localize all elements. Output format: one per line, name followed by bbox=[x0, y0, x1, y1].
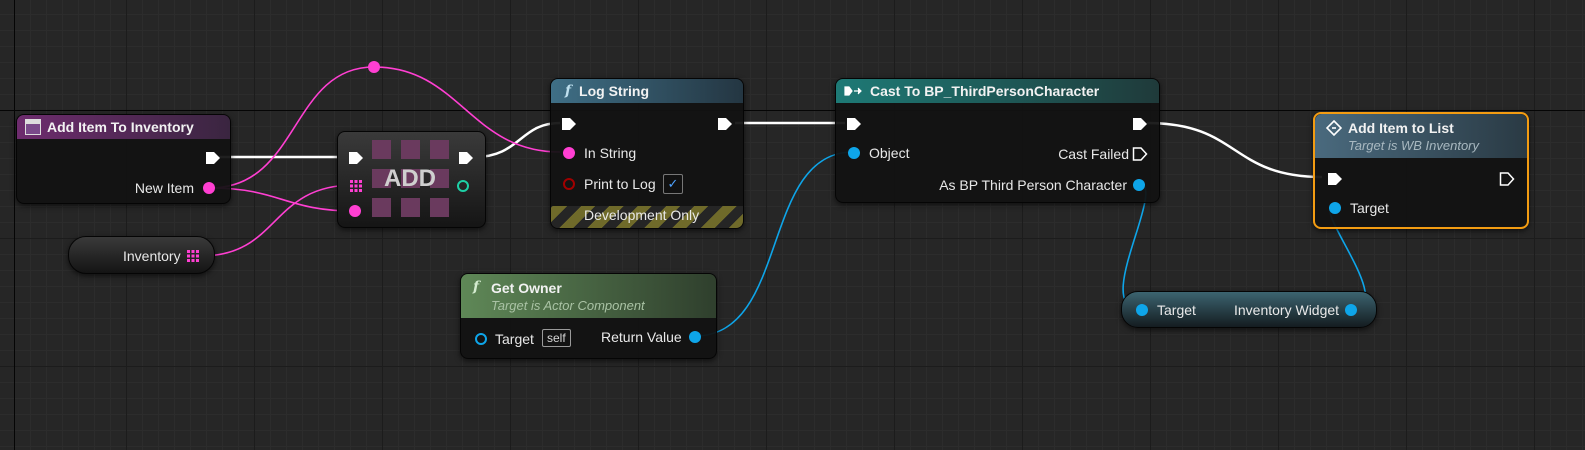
add-index-output-pin[interactable] bbox=[457, 180, 469, 192]
add-new-item-pin[interactable] bbox=[349, 205, 361, 217]
as-bp-third-person-pin[interactable] bbox=[1133, 179, 1145, 191]
self-default-value[interactable]: self bbox=[542, 329, 571, 347]
inventory-widget-output-label: Inventory Widget bbox=[1234, 302, 1340, 318]
cast-header: Cast To BP_ThirdPersonCharacter bbox=[836, 79, 1159, 103]
in-string-label: In String bbox=[584, 145, 637, 161]
inventory-widget-target-pin[interactable] bbox=[1136, 304, 1148, 316]
addlist-exec-in-pin[interactable] bbox=[1327, 171, 1343, 187]
reroute-node bbox=[368, 61, 380, 73]
add-item-to-list-title: Add Item to List bbox=[1348, 119, 1454, 136]
event-header: Add Item To Inventory bbox=[17, 115, 230, 139]
log-exec-in-pin[interactable] bbox=[561, 116, 577, 132]
new-item-pin[interactable] bbox=[203, 182, 215, 194]
node-get-owner[interactable]: f Get Owner Target is Actor Component Ta… bbox=[460, 273, 717, 359]
log-string-header: f Log String bbox=[551, 79, 743, 103]
get-owner-header: f Get Owner Target is Actor Component bbox=[461, 274, 716, 318]
get-owner-target-pin[interactable] bbox=[475, 333, 487, 345]
addlist-target-label: Target bbox=[1350, 200, 1389, 216]
development-only-label: Development Only bbox=[584, 207, 700, 223]
node-get-inventory-widget[interactable]: Target Inventory Widget bbox=[1121, 291, 1377, 328]
return-value-label: Return Value bbox=[601, 329, 682, 345]
struct-wire-newitem-to-add bbox=[209, 187, 355, 212]
return-value-pin[interactable] bbox=[689, 331, 701, 343]
cast-object-pin[interactable] bbox=[848, 147, 860, 159]
print-to-log-checkbox[interactable]: ✓ bbox=[663, 174, 683, 194]
node-cast-to-bp-third-person-character[interactable]: Cast To BP_ThirdPersonCharacter Object C… bbox=[835, 78, 1160, 203]
node-add-item-to-list[interactable]: Add Item to List Target is WB Inventory … bbox=[1313, 112, 1529, 229]
cast-exec-in-pin[interactable] bbox=[846, 116, 862, 132]
node-inventory-variable[interactable]: Inventory bbox=[68, 236, 215, 274]
event-icon bbox=[25, 119, 41, 135]
addlist-exec-out-pin[interactable] bbox=[1499, 171, 1515, 187]
print-to-log-label: Print to Log bbox=[584, 176, 656, 192]
blueprint-graph-canvas[interactable]: Add Item To Inventory New Item Inventory… bbox=[0, 0, 1585, 450]
in-string-pin[interactable] bbox=[563, 147, 575, 159]
cast-object-label: Object bbox=[869, 145, 910, 161]
node-log-string[interactable]: f Log String In String Print to Log ✓ De… bbox=[550, 78, 744, 229]
add-target-array-pin[interactable] bbox=[349, 179, 363, 193]
cast-failed-exec-pin[interactable] bbox=[1132, 146, 1148, 162]
as-bp-third-person-label: As BP Third Person Character bbox=[939, 177, 1127, 193]
add-exec-out-pin[interactable] bbox=[458, 150, 474, 166]
function-icon: f bbox=[565, 83, 572, 99]
log-exec-out-pin[interactable] bbox=[717, 116, 733, 132]
node-add-item-to-inventory[interactable]: Add Item To Inventory New Item bbox=[16, 114, 231, 204]
node-array-add[interactable]: ADD bbox=[337, 131, 486, 228]
add-item-to-list-header: Add Item to List Target is WB Inventory bbox=[1315, 114, 1527, 158]
add-node-label: ADD bbox=[384, 165, 436, 192]
array-pin-icon[interactable] bbox=[186, 249, 200, 263]
add-exec-in-pin[interactable] bbox=[348, 150, 364, 166]
print-to-log-pin[interactable] bbox=[563, 178, 575, 190]
cast-icon bbox=[844, 86, 862, 96]
addlist-target-pin[interactable] bbox=[1329, 202, 1341, 214]
exec-out-pin[interactable] bbox=[205, 150, 221, 166]
add-item-to-list-subtitle: Target is WB Inventory bbox=[1348, 137, 1480, 153]
inventory-label: Inventory bbox=[123, 248, 181, 264]
function-icon: f bbox=[473, 279, 480, 295]
event-title: Add Item To Inventory bbox=[47, 119, 194, 135]
cast-failed-label: Cast Failed bbox=[1058, 146, 1129, 162]
exec-wire-cast-to-addlist bbox=[1146, 121, 1323, 179]
cast-exec-out-pin[interactable] bbox=[1132, 116, 1148, 132]
inventory-widget-target-label: Target bbox=[1157, 302, 1196, 318]
message-diamond-icon bbox=[1326, 120, 1342, 136]
get-owner-title: Get Owner bbox=[491, 279, 562, 296]
inventory-widget-output-pin[interactable] bbox=[1345, 304, 1357, 316]
cast-title: Cast To BP_ThirdPersonCharacter bbox=[870, 83, 1100, 99]
get-owner-target-label: Target bbox=[495, 331, 534, 347]
log-string-title: Log String bbox=[579, 83, 650, 99]
get-owner-subtitle: Target is Actor Component bbox=[491, 297, 645, 313]
pin-label-new-item: New Item bbox=[134, 180, 194, 196]
